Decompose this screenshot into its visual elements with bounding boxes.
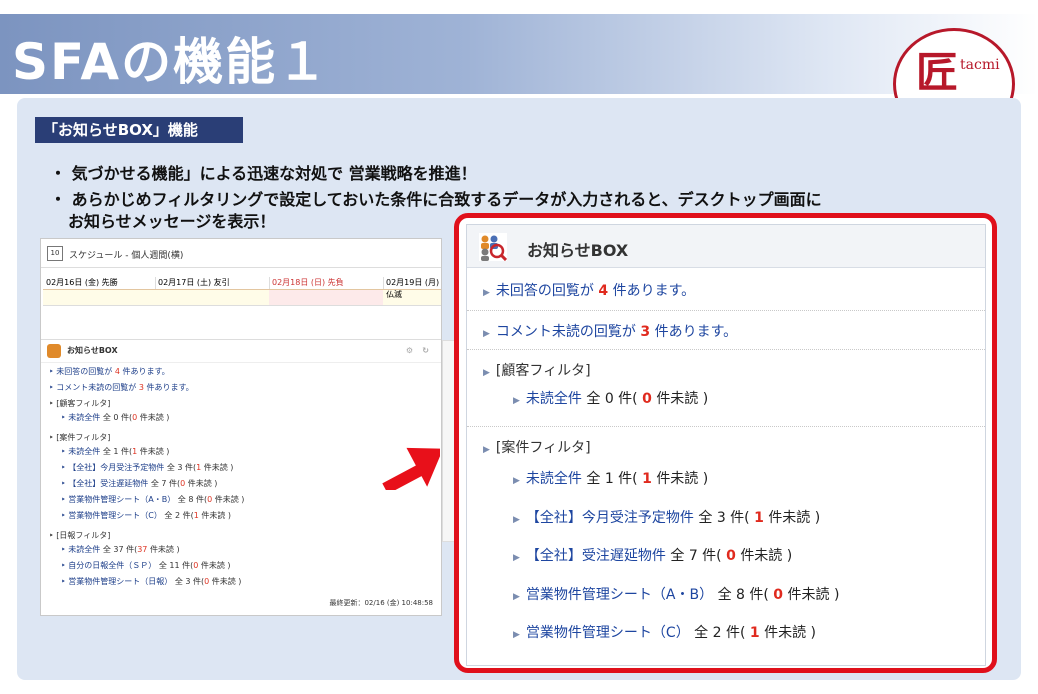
mini-group: ‣ [日報フィルタ] (49, 531, 111, 540)
mini-item[interactable]: ‣ 営業物件管理シート（日報） 全 3 件(0 件未読 ) (61, 576, 241, 587)
project-filter-label: ▶ [案件フィルタ] (483, 440, 591, 456)
day-column[interactable]: 02月16日 (金) 先勝 (43, 277, 156, 306)
sheet-c-link[interactable]: ▶ 営業物件管理シート（C） 全 2 件( 1 件未読 ) (513, 622, 816, 642)
schedule-header: 10 スケジュール - 個人週間(横) (41, 239, 441, 268)
bullet-1: ・ 気づかせる機能」による迅速な対処で 営業戦略を推進！ (50, 164, 477, 183)
mini-item[interactable]: ‣ 営業物件管理シート（C） 全 2 件(1 件未読 ) (61, 510, 231, 521)
mini-item[interactable]: ‣ 未回答の回覧が 4 件あります。 (49, 366, 170, 377)
calendar-icon: 10 (47, 246, 63, 261)
logo-latin: tacmi (960, 57, 1000, 73)
mini-item[interactable]: ‣ 【全社】受注遅延物件 全 7 件(0 件未読 ) (61, 478, 217, 489)
customer-filter-section: ▶ [顧客フィルタ] ▶ 未読全件 全 0 件( 0 件未読 ) (467, 350, 985, 427)
mini-group: ‣ [顧客フィルタ] (49, 399, 111, 408)
notice-box-title: お知らせBOX (527, 241, 629, 260)
desktop-screenshot: 10 スケジュール - 個人週間(横) 02月16日 (金) 先勝 02月17日… (40, 238, 442, 616)
mini-item[interactable]: ‣ 営業物件管理シート（A・B） 全 8 件(0 件未読 ) (61, 494, 244, 505)
mini-group: ‣ [案件フィルタ] (49, 433, 111, 442)
mini-item[interactable]: ‣ 【全社】今月受注予定物件 全 3 件(1 件未読 ) (61, 462, 233, 473)
notice-row: ▶ コメント未読の回覧が 3 件あります。 (467, 311, 985, 350)
day-column[interactable]: 02月17日 (土) 友引 (155, 277, 270, 306)
notice-box-header: お知らせBOX (467, 225, 985, 268)
notice-row: ▶ 未回答の回覧が 4 件あります。 (467, 268, 985, 311)
bullet-2-cont: お知らせメッセージを表示！ (68, 212, 276, 231)
mini-item[interactable]: ‣ 自分の日報全件（ＳＰ） 全 11 件(0 件未読 ) (61, 560, 231, 571)
people-icon (47, 344, 61, 358)
slide-title: SFAの機能１ (12, 33, 330, 91)
schedule-title: スケジュール - 個人週間(横) (69, 251, 184, 261)
arrow-icon (382, 447, 440, 490)
monthly-orders-link[interactable]: ▶ 【全社】今月受注予定物件 全 3 件( 1 件未読 ) (513, 507, 820, 527)
sheet-ab-link[interactable]: ▶ 営業物件管理シート（A・B） 全 8 件( 0 件未読 ) (513, 584, 839, 604)
refresh-icon[interactable]: ↻ (422, 340, 429, 362)
project-unread-all-link[interactable]: ▶ 未読全件 全 1 件( 1 件未読 ) (513, 468, 708, 488)
mini-box-header: お知らせBOX ⚙ ↻ (41, 340, 441, 363)
unread-comment-link[interactable]: ▶ コメント未読の回覧が 3 件あります。 (483, 321, 737, 341)
last-updated: 最終更新：02/16 (金) 10:48:58 (329, 599, 433, 607)
feature-tag: 「お知らせBOX」機能 (35, 117, 243, 143)
unanswered-circular-link[interactable]: ▶ 未回答の回覧が 4 件あります。 (483, 280, 695, 300)
people-search-icon (479, 233, 507, 261)
delayed-orders-link[interactable]: ▶ 【全社】受注遅延物件 全 7 件( 0 件未読 ) (513, 545, 792, 565)
gear-icon[interactable]: ⚙ (406, 340, 413, 362)
day-column[interactable]: 02月18日 (日) 先負 (269, 277, 384, 306)
day-column[interactable]: 02月19日 (月) 仏滅 (383, 277, 441, 306)
project-filter-section: ▶ [案件フィルタ] ▶ 未読全件 全 1 件( 1 件未読 ) ▶ 【全社】今月受注… (467, 427, 985, 663)
bullet-2: ・ あらかじめフィルタリングで設定しておいた条件に合致するデータが入力されると、… (50, 190, 822, 209)
mini-box-title: お知らせBOX (67, 346, 118, 355)
mini-item[interactable]: ‣ 未読全件 全 0 件(0 件未読 ) (61, 412, 169, 423)
customer-unread-all-link[interactable]: ▶ 未読全件 全 0 件( 0 件未読 ) (513, 388, 708, 408)
mini-item[interactable]: ‣ 未読全件 全 1 件(1 件未読 ) (61, 446, 169, 457)
mini-item[interactable]: ‣ コメント未読の回覧が 3 件あります。 (49, 382, 194, 393)
customer-filter-label: ▶ [顧客フィルタ] (483, 363, 591, 379)
mini-item[interactable]: ‣ 未読全件 全 37 件(37 件未読 ) (61, 544, 180, 555)
notice-box: お知らせBOX ▶ 未回答の回覧が 4 件あります。 ▶ コメント未読の回覧が 3 … (466, 224, 986, 666)
